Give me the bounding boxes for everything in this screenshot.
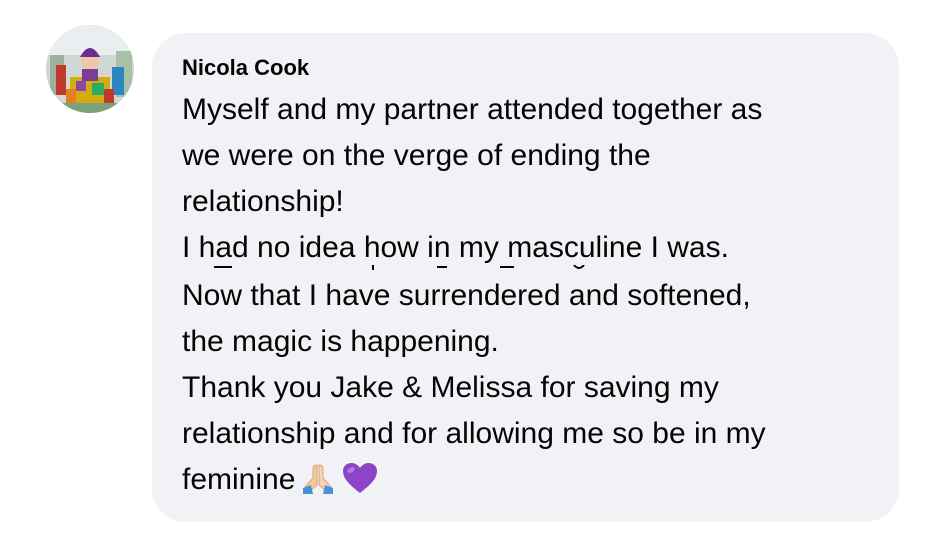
comment-author-name[interactable]: Nicola Cook <box>182 54 309 82</box>
avatar-photo <box>46 25 134 113</box>
comment-line: relationship and for allowing me so be i… <box>182 417 766 450</box>
folded-hands-icon <box>301 461 335 495</box>
comment-line: Myself and my partner attended together … <box>182 93 763 126</box>
comment-bubble: Nicola Cook Myself and my partner attend… <box>152 33 899 522</box>
avatar[interactable] <box>46 25 134 113</box>
comment-line: relationship! <box>182 185 344 218</box>
comment-line: Thank you Jake & Melissa for saving my <box>182 371 719 404</box>
comment-line: the magic is happening. <box>182 325 499 358</box>
comment-text: Myself and my partner attended together … <box>182 87 882 503</box>
purple-heart-icon <box>341 461 379 495</box>
comment-line: feminine <box>182 463 296 496</box>
clipped-text-fragment <box>214 265 585 270</box>
comment-last-line: feminine <box>182 457 882 503</box>
comment-line: Now that I have surrendered and softened… <box>182 279 751 312</box>
comment-line: we were on the verge of ending the <box>182 139 651 172</box>
